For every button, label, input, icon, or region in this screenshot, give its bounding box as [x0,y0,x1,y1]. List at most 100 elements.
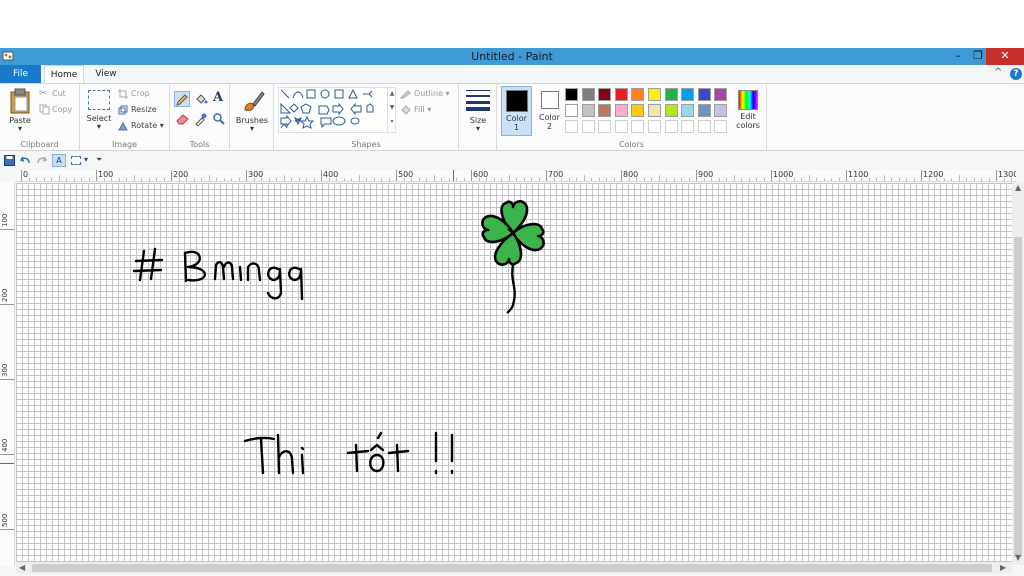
ruler-tick [0,379,14,380]
palette-swatch[interactable] [581,104,595,117]
palette-swatch[interactable] [697,88,711,101]
copy-button[interactable]: Copy [52,105,72,114]
undo-icon[interactable] [20,155,31,166]
palette-swatch[interactable] [697,120,711,133]
collapse-ribbon-icon[interactable]: ^ [994,67,1002,78]
palette-swatch[interactable] [631,104,645,117]
palette-swatch[interactable] [681,104,695,117]
ruler-minor-tick [238,178,240,181]
pencil-tool[interactable] [174,91,190,107]
color-picker-icon[interactable] [194,112,208,126]
redo-icon[interactable] [36,155,47,166]
palette-swatch[interactable] [681,88,695,101]
ruler-minor-tick [598,178,600,181]
palette-swatch[interactable] [664,88,678,101]
ruler-label: 400 [1,438,9,452]
vertical-ruler: 100 200 300 400 500 [0,182,15,566]
cut-button[interactable]: Cut [52,89,66,98]
palette-swatch[interactable] [581,120,595,133]
restore-icon: ❐ [973,49,983,62]
color-1-button[interactable]: Color 1 [501,86,532,136]
ruler-minor-tick [703,178,705,181]
select-dropdown-icon[interactable]: ▾ [84,122,114,131]
palette-swatch[interactable] [664,120,678,133]
qat-select-dropdown-icon[interactable]: ▾ [84,155,88,164]
vertical-scrollbar[interactable]: ▲ ▼ [1012,182,1024,565]
palette-swatch[interactable] [631,88,645,101]
scroll-down-icon[interactable]: ▼ [1015,553,1021,562]
customize-qat-icon[interactable]: ⏷ [96,155,102,165]
fill-button[interactable]: Fill ▾ [414,105,431,114]
shapes-scroll[interactable]: ▲ ▼ ▾ [387,87,396,133]
qat-select-icon[interactable] [71,156,81,165]
palette-swatch[interactable] [614,104,628,117]
horizontal-scroll-thumb[interactable] [32,564,992,572]
outline-button[interactable]: Outline ▾ [414,89,450,98]
palette-swatch[interactable] [697,104,711,117]
size-button[interactable]: Size ▾ [463,86,493,136]
edit-colors-button[interactable]: Edit colors [733,86,763,136]
ruler-minor-tick [216,178,217,181]
scroll-up-icon[interactable]: ▲ [1015,183,1021,192]
handwriting-thi-tot [243,431,454,475]
palette-swatch[interactable] [681,120,695,133]
palette-swatch[interactable] [631,120,645,133]
ruler-minor-tick [883,175,885,181]
rotate-button[interactable]: Rotate ▾ [131,121,164,130]
ruler-minor-tick [58,175,60,181]
palette-swatch[interactable] [565,88,578,101]
fill-bucket-icon[interactable] [194,92,208,106]
color-2-button[interactable]: Color 2 [534,86,565,136]
horizontal-ruler: 0 100 200 300 400 500 600 700 800 900 1000 1100 1200… [16,170,1016,182]
select-button[interactable]: Select ▾ [84,86,114,136]
vertical-scroll-thumb[interactable] [1014,237,1022,557]
ruler-minor-tick [381,178,382,181]
size-dropdown-icon[interactable]: ▾ [463,124,493,133]
palette-swatch[interactable] [614,88,628,101]
tab-home[interactable]: Home [44,65,84,83]
crop-button[interactable]: Crop [131,89,150,98]
text-tool-icon[interactable]: A [213,90,223,105]
brushes-button[interactable]: Brushes ▾ [234,86,270,136]
palette-swatch[interactable] [714,104,728,117]
tab-view[interactable]: View [88,65,124,83]
resize-button[interactable]: Resize [131,105,157,114]
palette-swatch[interactable] [648,104,661,117]
scroll-left-icon[interactable]: ◀ [19,563,25,572]
help-icon[interactable]: ? [1010,68,1022,80]
brushes-dropdown-icon[interactable]: ▾ [234,124,270,133]
ruler-minor-tick [936,178,937,181]
horizontal-scrollbar[interactable]: ◀ ▶ [16,562,1012,574]
palette-swatch[interactable] [714,88,728,101]
paste-button[interactable]: Paste ▾ [4,86,36,136]
close-button[interactable]: ✕ [986,48,1024,65]
palette-swatch[interactable] [598,104,612,117]
palette-swatch[interactable] [565,120,578,133]
scroll-right-icon[interactable]: ▶ [1000,563,1006,572]
palette-swatch[interactable] [598,120,612,133]
ruler-minor-tick [951,178,952,181]
qat-select-all-button[interactable]: A [52,154,66,167]
palette-swatch[interactable] [648,120,661,133]
paste-dropdown-icon[interactable]: ▾ [4,124,36,133]
magnifier-icon[interactable] [212,112,226,126]
palette-swatch[interactable] [714,120,728,133]
ruler-label: 500 [1,513,9,527]
drawing-canvas[interactable] [16,183,1012,562]
palette-swatch[interactable] [648,88,661,101]
palette-swatch[interactable] [664,104,678,117]
ruler-minor-tick [66,178,67,181]
ruler-tick [171,170,172,181]
palette-swatch[interactable] [598,88,612,101]
palette-swatch[interactable] [581,88,595,101]
four-leaf-clover [481,200,545,314]
shapes-gallery[interactable] [278,87,396,133]
ruler-minor-tick [111,178,112,181]
ruler-minor-tick [141,178,142,181]
ruler-minor-tick [898,178,900,181]
tab-file[interactable]: File [0,65,41,83]
save-icon[interactable] [4,155,15,166]
eraser-icon[interactable] [176,113,190,125]
palette-swatch[interactable] [614,120,628,133]
palette-swatch[interactable] [565,104,578,117]
